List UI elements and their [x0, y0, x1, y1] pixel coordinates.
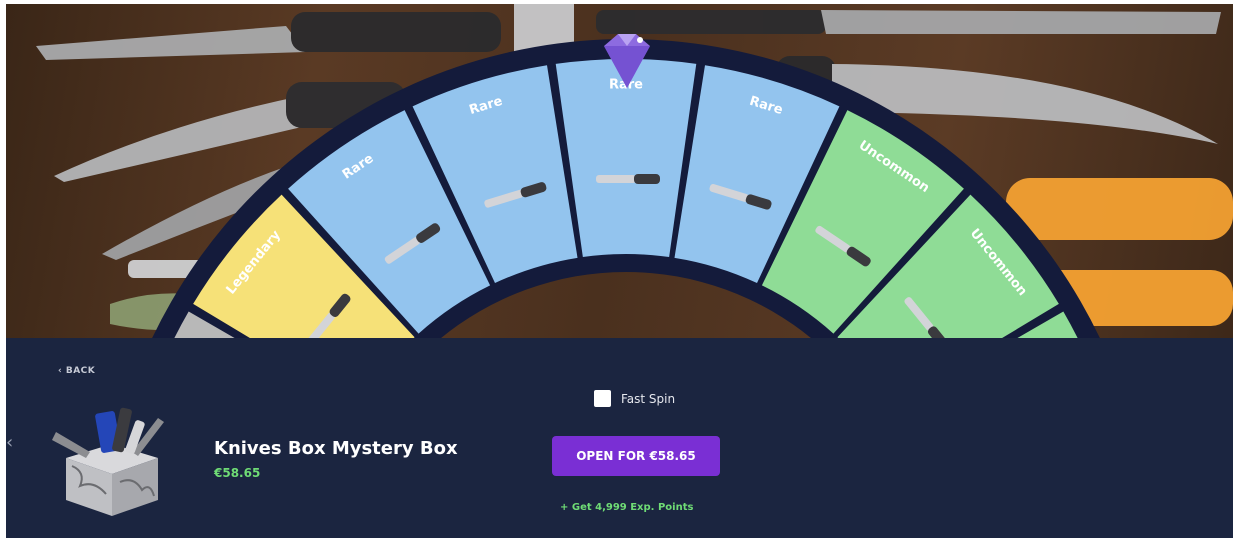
- spin-wheel-area: UncommonLegendaryRareRareRareRareUncommo…: [6, 4, 1233, 338]
- chevron-left-icon: ‹: [58, 366, 66, 376]
- mystery-box-image: [52, 407, 164, 516]
- fast-spin-checkbox[interactable]: [594, 390, 611, 407]
- wheel-item-image: [596, 174, 660, 184]
- box-title: Knives Box Mystery Box: [214, 438, 458, 459]
- mystery-box-page: UncommonLegendaryRareRareRareRareUncommo…: [6, 4, 1233, 538]
- prev-arrow-icon[interactable]: ‹: [6, 432, 13, 453]
- box-panel: ‹ ‹ BACK Knives Box Mystery Box €58.65 F…: [6, 338, 1233, 538]
- exp-points-text: + Get 4,999 Exp. Points: [560, 502, 694, 513]
- open-box-button[interactable]: OPEN FOR €58.65: [552, 436, 720, 476]
- back-button[interactable]: ‹ BACK: [58, 366, 95, 376]
- fast-spin-toggle[interactable]: Fast Spin: [594, 390, 675, 407]
- back-label: BACK: [65, 366, 96, 376]
- box-price: €58.65: [214, 466, 261, 480]
- spin-wheel: UncommonLegendaryRareRareRareRareUncommo…: [36, 4, 1233, 338]
- fast-spin-label: Fast Spin: [621, 391, 676, 406]
